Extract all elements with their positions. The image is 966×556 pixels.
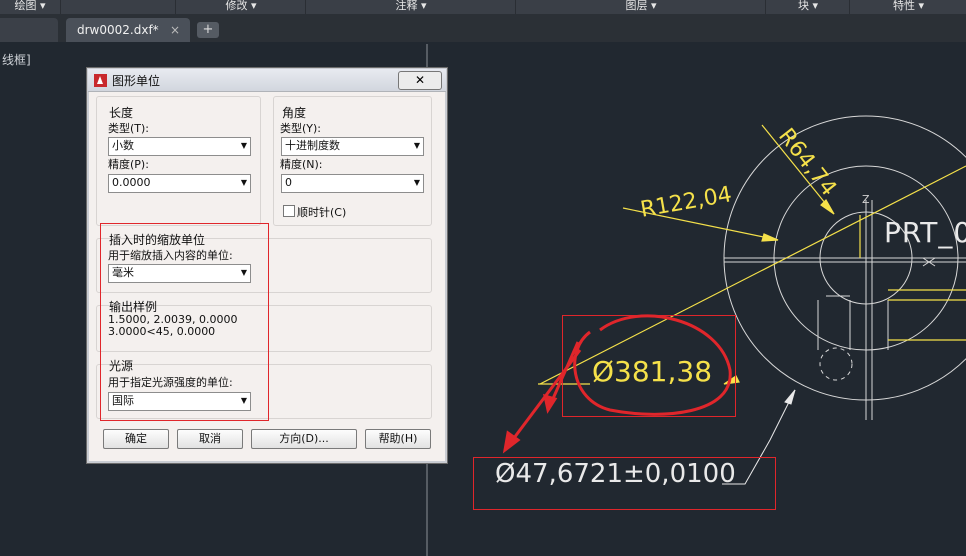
length-type-select[interactable]: 小数 ▼ — [108, 137, 251, 156]
ok-button[interactable]: 确定 — [103, 429, 169, 449]
angle-precision-value: 0 — [285, 176, 292, 189]
length-type-value: 小数 — [112, 139, 134, 152]
z-axis-label: Z — [862, 193, 870, 206]
hidden-circle — [819, 347, 853, 381]
diameter-dimension-text[interactable]: Ø381,38 — [592, 355, 712, 388]
angle-precision-select[interactable]: 0 ▼ — [281, 174, 424, 193]
dialog-close-button[interactable]: ✕ — [398, 71, 442, 90]
chevron-down-icon: ▼ — [413, 178, 420, 187]
angle-type-label: 类型(Y): — [280, 122, 322, 135]
angle-type-select[interactable]: 十进制度数 ▼ — [281, 137, 424, 156]
autocad-logo-icon — [94, 74, 107, 87]
part-geometry — [723, 115, 966, 420]
clockwise-checkbox[interactable] — [283, 205, 295, 217]
chevron-down-icon: ▼ — [240, 141, 247, 150]
part-label[interactable]: PRT_0 — [884, 216, 966, 249]
length-precision-label: 精度(P): — [108, 158, 149, 171]
length-heading: 长度 — [109, 106, 134, 120]
direction-button[interactable]: 方向(D)... — [251, 429, 357, 449]
angle-heading: 角度 — [282, 106, 307, 120]
angle-type-value: 十进制度数 — [285, 139, 340, 152]
clockwise-label: 顺时针(C) — [297, 206, 347, 219]
chevron-down-icon: ▼ — [413, 141, 420, 150]
tolerance-dimension-text[interactable]: Ø47,6721±0,0100 — [495, 459, 736, 489]
cancel-button[interactable]: 取消 — [177, 429, 243, 449]
units-dialog: 图形单位 ✕ 长度 类型(T): 小数 ▼ 精度(P): 0.0000 ▼ 角度 类… — [86, 67, 448, 464]
length-precision-select[interactable]: 0.0000 ▼ — [108, 174, 251, 193]
red-highlight-box — [100, 223, 269, 421]
help-button[interactable]: 帮助(H) — [365, 429, 431, 449]
dialog-title-bar[interactable]: 图形单位 ✕ — [88, 69, 446, 92]
length-type-label: 类型(T): — [108, 122, 150, 135]
angle-precision-label: 精度(N): — [280, 158, 323, 171]
dialog-title: 图形单位 — [112, 74, 161, 88]
chevron-down-icon: ▼ — [240, 178, 247, 187]
length-precision-value: 0.0000 — [112, 176, 151, 189]
